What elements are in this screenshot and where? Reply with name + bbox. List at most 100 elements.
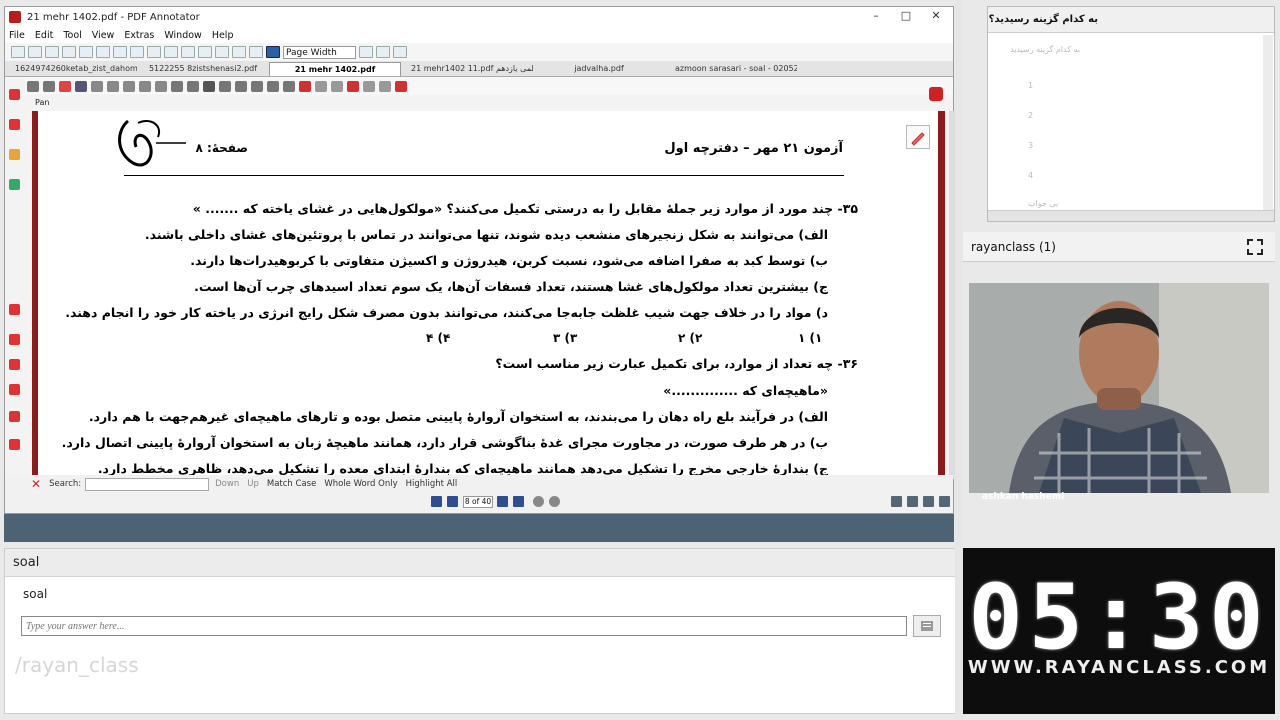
search-input[interactable] [85, 477, 210, 491]
tab-document-active[interactable]: 21 mehr 1402.pdf [269, 62, 401, 76]
fullscreen-icon[interactable] [392, 46, 407, 58]
text-select-icon[interactable] [43, 80, 55, 92]
tab-document[interactable]: azmoon sarasari - soal - 020524.pdf [665, 62, 797, 76]
save-all-icon[interactable] [62, 46, 76, 58]
whole-word-toggle[interactable]: Whole Word Only [324, 479, 397, 489]
insert-page-icon[interactable] [198, 46, 212, 58]
tab-document[interactable]: 5122255 8zistshenasi2.pdf [137, 62, 269, 76]
crop-icon[interactable] [315, 80, 327, 92]
forward-icon[interactable] [549, 496, 560, 507]
favorite-icon[interactable] [395, 80, 407, 92]
arrow-select-icon[interactable] [27, 80, 39, 92]
tab-document[interactable]: jadvalha.pdf [533, 62, 665, 76]
camera-icon[interactable] [299, 80, 311, 92]
view-mode-continuous-icon[interactable] [907, 496, 918, 507]
close-search-icon[interactable]: ✕ [31, 477, 41, 491]
pen-tool-icon[interactable] [9, 334, 20, 345]
eraser-tool-icon[interactable] [9, 439, 20, 450]
heart-icon[interactable] [9, 304, 20, 315]
expand-icon[interactable] [1247, 239, 1263, 255]
grid-icon[interactable] [363, 80, 375, 92]
poll-scrollbar[interactable] [1263, 35, 1273, 211]
close-button[interactable]: ✕ [921, 9, 951, 25]
stamp-tool-icon[interactable] [9, 411, 20, 422]
redo-icon[interactable] [181, 46, 195, 58]
pdf-page[interactable]: صفحهٔ: ۸ آزمون ۲۱ مهر – دفترچه اول ۳۵- چ… [38, 111, 938, 479]
measure-icon[interactable] [251, 80, 263, 92]
shape-tool-icon[interactable] [9, 384, 20, 395]
text-box-icon[interactable] [139, 80, 151, 92]
tab-document[interactable]: 21 mehr1402 11.pdf علمی یازدهم [401, 62, 533, 76]
eraser-icon[interactable] [123, 80, 135, 92]
poll-horizontal-scrollbar[interactable] [988, 210, 1274, 221]
copy-icon[interactable] [113, 46, 127, 58]
bookmark-icon[interactable] [929, 87, 943, 101]
pen-red-icon[interactable] [9, 89, 20, 100]
menu-window[interactable]: Window [164, 30, 201, 41]
link-green-icon[interactable] [9, 179, 20, 190]
sigma-icon[interactable] [379, 80, 391, 92]
menu-edit[interactable]: Edit [35, 30, 53, 41]
view-mode-facing-icon[interactable] [939, 496, 950, 507]
line-icon[interactable] [171, 80, 183, 92]
search-up-button[interactable]: Up [247, 479, 259, 489]
paste-icon[interactable] [130, 46, 144, 58]
delete-icon[interactable] [147, 46, 161, 58]
link-icon[interactable] [267, 80, 279, 92]
menu-file[interactable]: File [9, 30, 25, 41]
open-icon[interactable] [28, 46, 42, 58]
fit-page-icon[interactable] [358, 46, 373, 58]
menu-help[interactable]: Help [212, 30, 234, 41]
comment-icon[interactable] [283, 80, 295, 92]
highlighter-tool-icon[interactable] [9, 359, 20, 370]
search-down-button[interactable]: Down [215, 479, 239, 489]
highlight-all-toggle[interactable]: Highlight All [406, 479, 458, 489]
menu-view[interactable]: View [92, 30, 115, 41]
marker-red-icon[interactable] [9, 119, 20, 130]
view-mode-single-icon[interactable] [891, 496, 902, 507]
save-icon[interactable] [45, 46, 59, 58]
back-icon[interactable] [533, 496, 544, 507]
annotation-pencil-icon[interactable] [906, 125, 930, 149]
minimize-button[interactable]: – [861, 9, 891, 25]
answer-input[interactable] [21, 616, 907, 636]
binoculars-icon[interactable] [215, 46, 229, 58]
view-mode-grid-icon[interactable] [923, 496, 934, 507]
tab-document[interactable]: 1624974260ketab_zist_dahom140...* [5, 62, 137, 76]
menu-tool[interactable]: Tool [63, 30, 81, 41]
zoom-select[interactable]: Page Width [283, 45, 356, 59]
pen-icon[interactable] [91, 80, 103, 92]
zoom-icon[interactable] [75, 80, 87, 92]
ellipse-icon[interactable] [219, 80, 231, 92]
single-page-icon[interactable] [375, 46, 390, 58]
mail-icon[interactable] [235, 80, 247, 92]
previous-page-icon[interactable] [447, 496, 458, 507]
poll-option-3[interactable]: 3 [1028, 141, 1033, 150]
maximize-button[interactable]: □ [891, 9, 921, 25]
cut-icon[interactable] [96, 46, 110, 58]
image-icon[interactable] [331, 80, 343, 92]
rectangle-icon[interactable] [203, 80, 215, 92]
format-icon[interactable] [232, 46, 246, 58]
page-width-icon[interactable] [266, 46, 280, 58]
rotate-icon[interactable] [249, 46, 263, 58]
undo-icon[interactable] [164, 46, 178, 58]
poll-option-none[interactable]: بی جواب [1028, 199, 1058, 208]
poll-option-4[interactable]: 4 [1028, 171, 1033, 180]
stamp-icon[interactable] [155, 80, 167, 92]
next-page-icon[interactable] [497, 496, 508, 507]
page-indicator[interactable]: 8 of 40 [463, 496, 493, 508]
match-case-toggle[interactable]: Match Case [267, 479, 316, 489]
menu-extras[interactable]: Extras [124, 30, 154, 41]
last-page-icon[interactable] [513, 496, 524, 507]
new-icon[interactable] [11, 46, 25, 58]
folder-icon[interactable] [9, 149, 20, 160]
poll-option-2[interactable]: 2 [1028, 111, 1033, 120]
print-icon[interactable] [79, 46, 93, 58]
marker-icon[interactable] [107, 80, 119, 92]
arrow-icon[interactable] [187, 80, 199, 92]
first-page-icon[interactable] [431, 496, 442, 507]
send-answer-button[interactable] [913, 615, 941, 637]
highlighter-icon[interactable] [347, 80, 359, 92]
pan-hand-icon[interactable] [59, 80, 71, 92]
